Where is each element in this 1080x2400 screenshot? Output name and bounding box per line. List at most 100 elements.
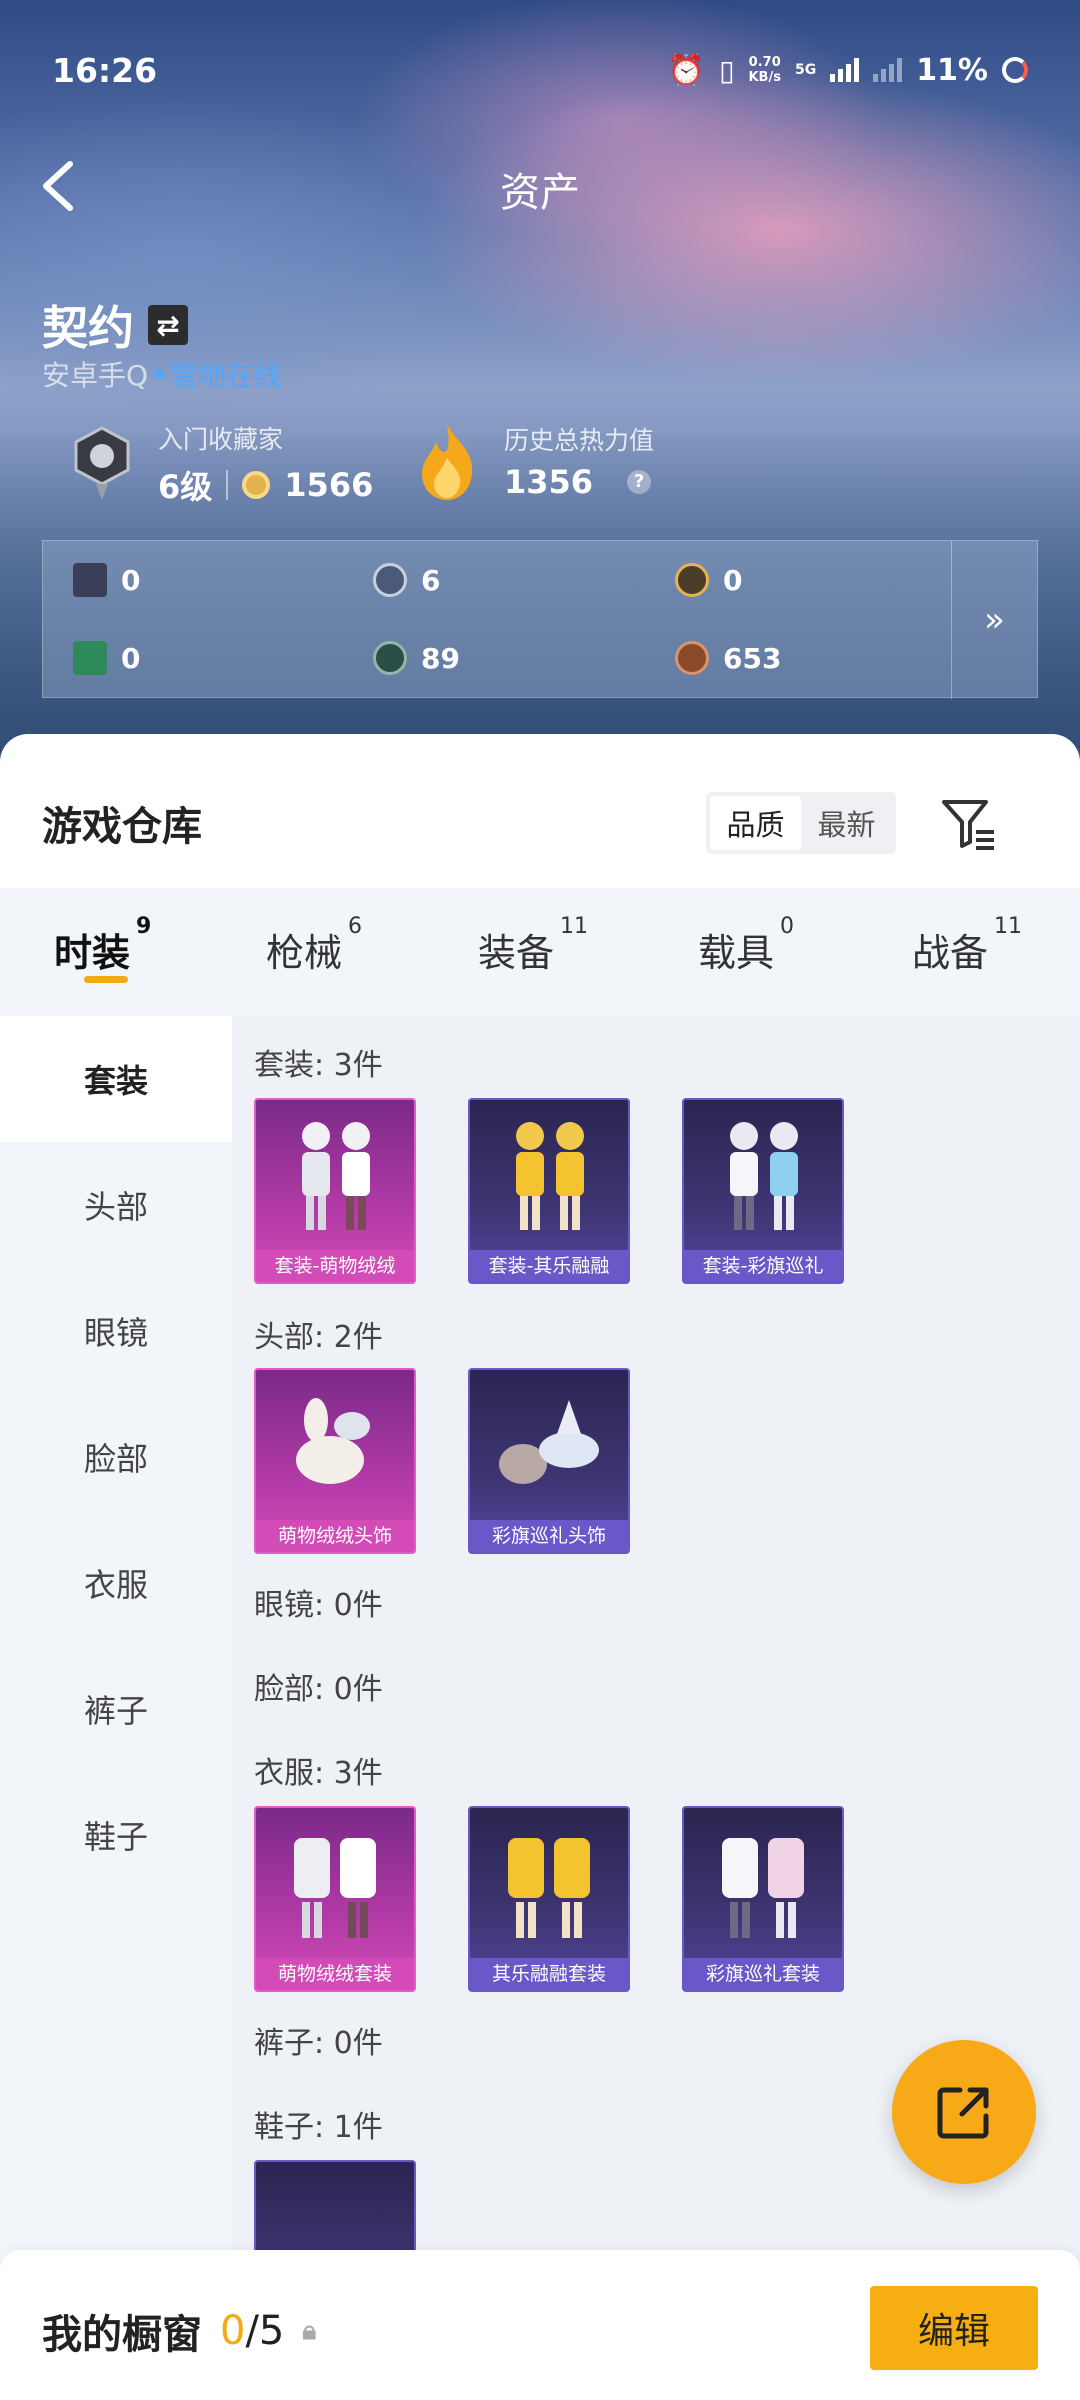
category-tabs: 时装 9 枪械 6 装备 11 载具 0 战备 11 (0, 888, 1080, 1016)
asset-value: 0 (723, 563, 743, 597)
switch-account-icon[interactable]: ⇄ (148, 305, 188, 345)
network-type: 5G (794, 62, 817, 78)
tab-equipment[interactable]: 装备 11 (478, 914, 588, 977)
card-icon (73, 563, 107, 597)
collector-level: 6级 (158, 468, 213, 506)
tab-fashion[interactable]: 时装 9 (54, 914, 151, 977)
page-title: 资产 (500, 170, 580, 216)
asset-card[interactable]: 0 (73, 563, 140, 597)
sidebar-item-suits[interactable]: 套装 (0, 1016, 232, 1142)
showcase-count: 0/5 (220, 2308, 284, 2354)
asset-summary: 0 6 0 0 89 653 » (42, 540, 1038, 699)
asset-value: 89 (421, 641, 460, 675)
sidebar-item-clothes[interactable]: 衣服 (0, 1520, 232, 1646)
sidebar-item-face[interactable]: 脸部 (0, 1394, 232, 1520)
item-name: 萌物绒绒头饰 (256, 1520, 414, 1552)
more-assets-button[interactable]: » (951, 541, 1037, 699)
active-tab-indicator (84, 976, 128, 983)
heat-stat[interactable]: 历史总热力值 1356 ? (412, 420, 654, 502)
item-name: 套装-其乐融融 (470, 1250, 628, 1282)
outfit-art-icon (684, 1100, 842, 1250)
tab-count: 9 (136, 914, 152, 939)
subcategory-sidebar: 套装 头部 眼镜 脸部 衣服 裤子 鞋子 (0, 1016, 232, 2400)
tab-count: 6 (348, 914, 363, 939)
user-name-row: 契约 ⇄ (42, 292, 188, 358)
tab-label: 时装 (54, 931, 131, 975)
battery-text: 11% (916, 52, 988, 88)
tab-vehicles[interactable]: 载具 0 (698, 914, 794, 977)
collector-stat[interactable]: 入门收藏家 6级 1566 (68, 420, 373, 508)
item-card[interactable]: 彩旗巡礼套装 (682, 1806, 844, 1992)
collector-points: 1566 (284, 466, 374, 504)
edit-button[interactable]: 编辑 (870, 2286, 1038, 2370)
ticket-icon (73, 641, 107, 675)
clothes-art-icon (470, 1808, 628, 1958)
share-button[interactable] (892, 2040, 1036, 2184)
section-title: 裤子: 0件 (254, 2026, 383, 2061)
section-title: 衣服: 3件 (254, 1756, 383, 1791)
green-orb-icon (373, 641, 407, 675)
lock-icon: 🔒︎ (302, 2315, 317, 2346)
user-subtitle: 安卓手Q 营地在线 (42, 354, 282, 394)
item-card[interactable]: 彩旗巡礼头饰 (468, 1368, 630, 1554)
asset-orb[interactable]: 89 (373, 641, 460, 675)
sidebar-item-pants[interactable]: 裤子 (0, 1646, 232, 1772)
asset-bronze[interactable]: 653 (675, 641, 781, 675)
asset-value: 0 (121, 641, 141, 675)
filter-icon[interactable] (940, 798, 996, 850)
tab-guns[interactable]: 枪械 6 (266, 914, 362, 977)
collector-badge-icon (74, 426, 130, 500)
item-name: 彩旗巡礼套装 (684, 1958, 842, 1990)
status-bar: 16:26 ⏰ ▯ 0.70 KB/s 5G 11% (52, 40, 1028, 100)
item-card[interactable]: 萌物绒绒头饰 (254, 1368, 416, 1554)
sort-newest[interactable]: 最新 (801, 796, 892, 850)
clothes-art-icon (256, 1808, 414, 1958)
item-card[interactable]: 套装-萌物绒绒 (254, 1098, 416, 1284)
signal-2-icon (873, 58, 903, 82)
sidebar-item-glasses[interactable]: 眼镜 (0, 1268, 232, 1394)
help-icon[interactable]: ? (627, 470, 652, 494)
headwear-art-icon (470, 1370, 628, 1520)
tab-label: 载具 (698, 931, 775, 975)
silver-coin-icon (373, 563, 407, 597)
item-grid: 套装: 3件 套装-萌物绒绒 套装-其乐融融 套装-彩旗巡礼 头部: 2件 萌物… (232, 1016, 1080, 2400)
asset-ticket[interactable]: 0 (73, 641, 140, 675)
heat-value: 1356 (504, 463, 594, 501)
item-name: 其乐融融套装 (470, 1958, 628, 1990)
item-card[interactable]: 萌物绒绒套装 (254, 1806, 416, 1992)
sort-quality[interactable]: 品质 (710, 796, 801, 850)
item-card[interactable]: 套装-其乐融融 (468, 1098, 630, 1284)
online-status: 营地在线 (170, 359, 283, 392)
divider (226, 470, 229, 500)
alarm-icon: ⏰ (667, 52, 706, 88)
external-link-icon (937, 2087, 989, 2139)
section-title: 眼镜: 0件 (254, 1588, 383, 1623)
platform-label: 安卓手Q (42, 359, 149, 392)
item-card[interactable]: 套装-彩旗巡礼 (682, 1098, 844, 1284)
tab-count: 11 (560, 914, 589, 939)
battery-ring-icon (1002, 57, 1028, 83)
network-speed-value: 0.70 (748, 55, 781, 70)
section-title: 脸部: 0件 (254, 1672, 383, 1707)
gold-coin-icon (675, 563, 709, 597)
headwear-art-icon (256, 1370, 414, 1520)
item-card[interactable]: 其乐融融套装 (468, 1806, 630, 1992)
collector-label: 入门收藏家 (158, 425, 284, 454)
asset-silver[interactable]: 6 (373, 563, 440, 597)
tab-battle-supplies[interactable]: 战备 11 (912, 914, 1022, 977)
showcase-total: /5 (245, 2308, 285, 2354)
item-name: 萌物绒绒套装 (256, 1958, 414, 1990)
asset-gold[interactable]: 0 (675, 563, 742, 597)
network-speed: 0.70 KB/s (748, 55, 780, 85)
section-title: 头部: 2件 (254, 1320, 383, 1355)
collector-coin-icon (242, 471, 271, 499)
user-name: 契约 (42, 301, 134, 355)
bronze-coin-icon (675, 641, 709, 675)
sort-toggle: 品质 最新 (706, 792, 896, 854)
sidebar-item-shoes[interactable]: 鞋子 (0, 1772, 232, 1898)
sidebar-item-head[interactable]: 头部 (0, 1142, 232, 1268)
outfit-art-icon (470, 1100, 628, 1250)
tab-label: 枪械 (266, 931, 343, 975)
asset-value: 6 (421, 563, 441, 597)
showcase-current: 0 (220, 2308, 246, 2354)
